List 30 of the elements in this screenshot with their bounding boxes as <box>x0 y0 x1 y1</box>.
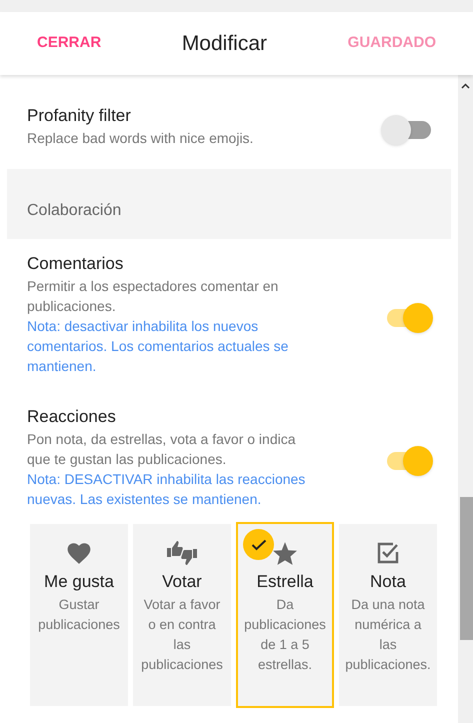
setting-title: Profanity filter <box>27 105 132 127</box>
scrollbar-thumb[interactable] <box>460 497 473 640</box>
reaction-description: Votar a favor o en contra las publicaciones <box>140 596 224 674</box>
reaction-type-card[interactable]: Votar Votar a favor o en contra las publicaciones <box>133 524 231 706</box>
thumbs-up-down-icon <box>166 539 198 567</box>
setting-description: Permitir a los espectadores comentar en publicaciones. <box>27 277 280 316</box>
reaction-type-card[interactable]: Estrella Da publicaciones de 1 a 5 estrellas. <box>236 522 334 708</box>
reaction-type-card[interactable]: Me gusta Gustar publicaciones <box>30 524 128 706</box>
setting-note: Nota: desactivar inhabilita los nuevos comentarios. Los comentarios actuales se mantienen. <box>27 317 290 376</box>
dialog-title: Modificar <box>182 30 268 57</box>
setting-description: Replace bad words with nice emojis. <box>27 129 254 148</box>
heart-icon <box>66 541 92 565</box>
reaction-type-card[interactable]: Nota Da una nota numérica a las publicaciones. <box>339 524 437 706</box>
section-heading: Colaboración <box>27 201 122 221</box>
scroll-up-icon[interactable] <box>461 83 470 89</box>
setting-note: Nota: DESACTIVAR inhabilita las reacciones nuevas. Las existentes se mantienen. <box>27 470 306 509</box>
checkbox-icon <box>375 540 401 566</box>
scrollbar[interactable] <box>458 75 473 723</box>
setting-description: Pon nota, da estrellas, vota a favor o indica que te gustan las publicaciones. <box>27 430 296 469</box>
reaction-description: Gustar publicaciones <box>37 596 121 634</box>
reaction-description: Da una nota numérica a las publicaciones. <box>344 596 432 674</box>
reaction-label: Votar <box>162 571 202 593</box>
star-icon <box>272 540 298 566</box>
checkmark-badge-icon <box>243 529 274 560</box>
reaction-description: Da publicaciones de 1 a 5 estrellas. <box>243 596 327 674</box>
reaction-label: Estrella <box>256 571 314 593</box>
reaction-label: Nota <box>370 571 406 593</box>
setting-title: Comentarios <box>27 253 124 275</box>
setting-title: Reacciones <box>27 406 117 428</box>
reaction-label: Me gusta <box>44 571 114 593</box>
